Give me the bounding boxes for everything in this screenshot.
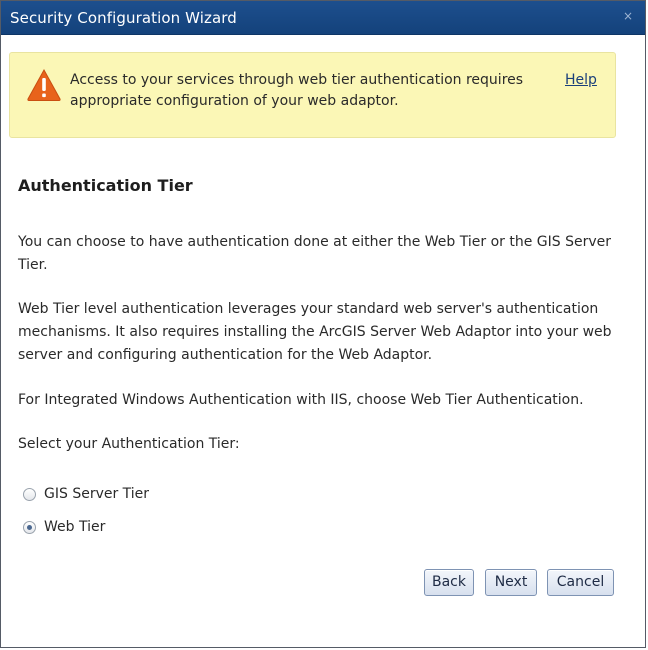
gis-server-tier-radio[interactable]: [23, 487, 36, 501]
iis-guidance: For Integrated Windows Authentication wi…: [18, 392, 584, 408]
warning-message: Access to your services through web tier…: [70, 72, 524, 109]
web-tier-description: Web Tier level authentication leverages …: [18, 301, 612, 363]
intro-paragraph: You can choose to have authentication do…: [18, 234, 612, 273]
radio-option-gis-server-tier[interactable]: GIS Server Tier: [23, 484, 149, 504]
warning-banner: Access to your services through web tier…: [9, 52, 616, 138]
warning-triangle-icon: [27, 68, 61, 101]
section-heading: Authentication Tier: [18, 176, 193, 195]
next-button[interactable]: Next: [485, 569, 537, 596]
web-tier-label[interactable]: Web Tier: [44, 519, 105, 535]
radio-option-web-tier[interactable]: Web Tier: [23, 517, 105, 537]
gis-server-tier-label[interactable]: GIS Server Tier: [44, 486, 149, 502]
close-icon[interactable]: ×: [621, 9, 635, 23]
window-title: Security Configuration Wizard: [10, 9, 237, 27]
security-configuration-dialog: Security Configuration Wizard × Access t…: [0, 0, 646, 648]
help-link[interactable]: Help: [565, 70, 597, 91]
select-tier-prompt: Select your Authentication Tier:: [18, 436, 240, 452]
back-button[interactable]: Back: [424, 569, 474, 596]
title-bar[interactable]: Security Configuration Wizard ×: [1, 1, 645, 35]
web-tier-radio[interactable]: [23, 520, 36, 534]
cancel-button[interactable]: Cancel: [547, 569, 614, 596]
